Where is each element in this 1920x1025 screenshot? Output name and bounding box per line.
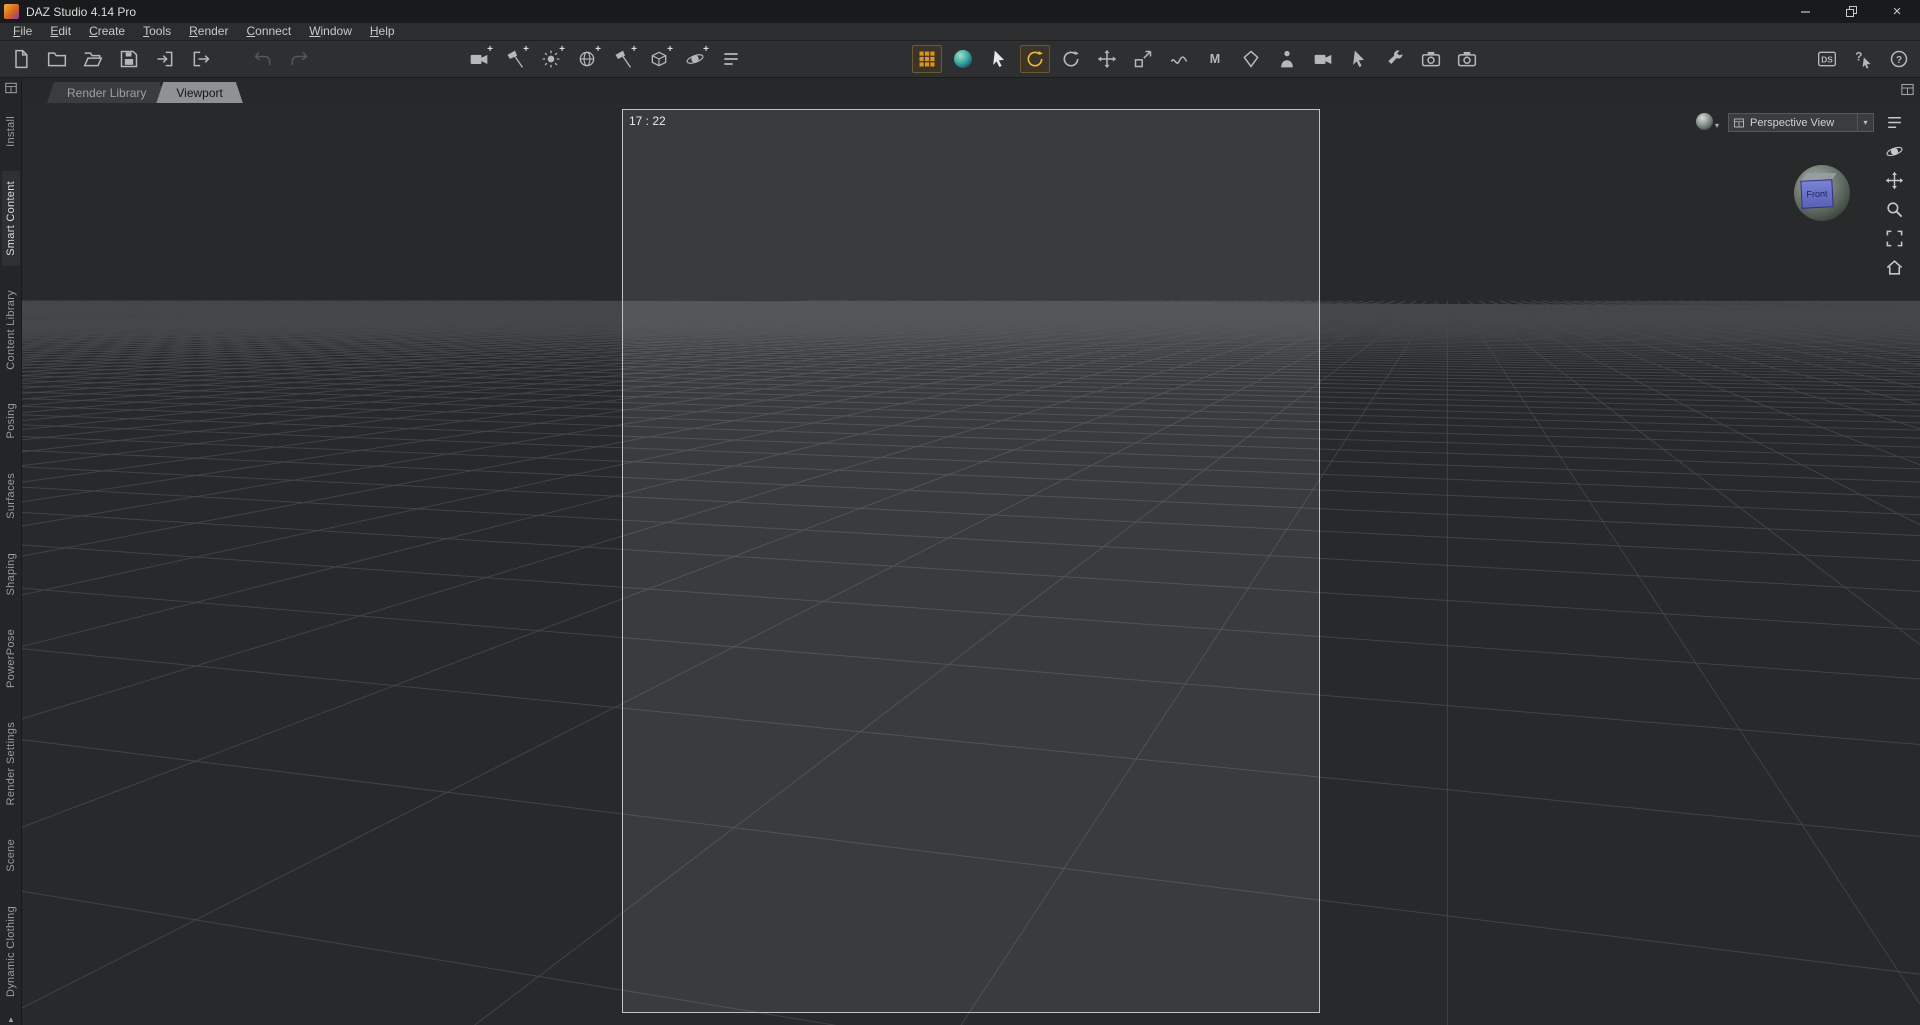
window-title: DAZ Studio 4.14 Pro: [26, 4, 137, 19]
main-area: Install Smart Content Content Library Posin…: [0, 78, 1920, 1025]
dock-tab-render-settings[interactable]: Render Settings: [2, 712, 20, 815]
new-distant-light-icon[interactable]: +: [572, 44, 602, 73]
universal-tool-icon[interactable]: [948, 45, 978, 73]
render-icon[interactable]: [1416, 45, 1446, 73]
restore-button[interactable]: [1828, 0, 1874, 23]
menu-connect[interactable]: Connect: [237, 23, 300, 40]
tabbar-menu-icon[interactable]: [1900, 82, 1915, 102]
export-file-icon[interactable]: [186, 45, 216, 73]
translate-tool-icon[interactable]: [1092, 45, 1122, 73]
view-selector-dropdown[interactable]: Perspective View ▾: [1728, 113, 1874, 132]
node-selection-pointer-icon[interactable]: [984, 45, 1014, 73]
undo-icon[interactable]: [248, 45, 278, 73]
dock-tab-smart-content[interactable]: Smart Content: [1, 170, 20, 266]
close-button[interactable]: ×: [1874, 0, 1920, 23]
open-file-icon[interactable]: [42, 45, 72, 73]
view-selector-label: Perspective View: [1750, 116, 1835, 129]
pane-menu-icon[interactable]: [1884, 112, 1904, 132]
import-file-icon[interactable]: [150, 45, 180, 73]
home-camera-icon[interactable]: [1884, 257, 1904, 277]
surface-selection-tool-icon[interactable]: [1236, 45, 1266, 73]
aspect-frame: [622, 109, 1320, 1013]
menu-bar: File Edit Create Tools Render Connect Window He…: [0, 23, 1920, 41]
orbit-camera-icon[interactable]: [1884, 141, 1904, 161]
dock-tab-shaping[interactable]: Shaping: [2, 543, 20, 605]
new-point-light-icon[interactable]: +: [536, 44, 566, 73]
toolbar-file-group: [6, 45, 216, 73]
menu-window[interactable]: Window: [300, 23, 361, 40]
menu-file[interactable]: File: [4, 23, 41, 40]
title-bar: DAZ Studio 4.14 Pro ×: [0, 0, 1920, 23]
scale-tool-icon[interactable]: [1128, 45, 1158, 73]
drawstyle-selector[interactable]: ▾: [1696, 113, 1719, 130]
viewport-nav-column: [1884, 112, 1904, 277]
dock-tab-dynamic-clothing[interactable]: Dynamic Clothing: [2, 896, 20, 1007]
align-pane-icon[interactable]: [716, 45, 746, 73]
measure-metrics-icon[interactable]: [1200, 45, 1230, 73]
dock-tab-content-library[interactable]: Content Library: [2, 280, 20, 380]
toolbar-create-group: + + + + + + +: [464, 44, 746, 73]
pane-tab-row: Render Library Viewport: [22, 78, 1920, 103]
daz-store-icon[interactable]: [1812, 45, 1842, 73]
window-controls: ×: [1782, 0, 1920, 23]
aspect-ratio-label: 17 : 22: [629, 114, 666, 128]
dock-tab-powerpose[interactable]: PowerPose: [2, 619, 20, 698]
dock-tab-posing[interactable]: Posing: [2, 393, 20, 448]
tab-render-library[interactable]: Render Library: [47, 82, 166, 103]
menu-tools[interactable]: Tools: [134, 23, 180, 40]
new-file-icon[interactable]: [6, 45, 36, 73]
zoom-camera-icon[interactable]: [1884, 199, 1904, 219]
geometry-editor-icon[interactable]: [1344, 45, 1374, 73]
left-dock: Install Smart Content Content Library Posin…: [0, 78, 22, 1025]
dock-scroll-up-button[interactable]: ▲: [0, 1015, 21, 1024]
camera-viewport-icon[interactable]: [1308, 45, 1338, 73]
active-pose-tool-icon[interactable]: [1056, 45, 1086, 73]
menu-edit[interactable]: Edit: [41, 23, 80, 40]
minimize-button[interactable]: [1782, 0, 1828, 23]
view-cube-front-face[interactable]: Front: [1800, 179, 1834, 209]
whats-this-icon[interactable]: [1848, 45, 1878, 73]
new-primitive-icon[interactable]: +: [644, 44, 674, 73]
view-cube[interactable]: Front: [1792, 163, 1852, 223]
new-camera-icon[interactable]: +: [464, 44, 494, 73]
tab-viewport[interactable]: Viewport: [156, 82, 242, 103]
viewport[interactable]: 17 : 22 ▾ Perspective View ▾ Front: [22, 103, 1920, 1025]
render-settings-icon[interactable]: [1452, 45, 1482, 73]
dock-menu-icon[interactable]: [0, 78, 22, 98]
menu-render[interactable]: Render: [180, 23, 237, 40]
dform-tool-icon[interactable]: [1164, 45, 1194, 73]
dock-tabs: Install Smart Content Content Library Posin…: [0, 98, 21, 1007]
rotate-tool-icon[interactable]: [1020, 45, 1050, 73]
new-spotlight-icon[interactable]: +: [500, 44, 530, 73]
new-linear-point-light-icon[interactable]: +: [608, 44, 638, 73]
menu-create[interactable]: Create: [80, 23, 134, 40]
new-null-icon[interactable]: +: [680, 44, 710, 73]
menu-help[interactable]: Help: [361, 23, 404, 40]
help-icon[interactable]: [1884, 45, 1914, 73]
merge-file-icon[interactable]: [78, 45, 108, 73]
dock-tab-install[interactable]: Install: [2, 106, 20, 157]
daz-logo-icon: [4, 4, 19, 19]
drawstyle-sphere-icon: [1696, 113, 1713, 130]
main-toolbar: + + + + + + +: [0, 41, 1920, 78]
dock-tab-scene[interactable]: Scene: [2, 829, 20, 882]
chevron-down-icon: ▾: [1857, 114, 1873, 131]
dock-tab-surfaces[interactable]: Surfaces: [2, 463, 20, 529]
pane-grid-icon: [1729, 117, 1749, 129]
toolbar-tools-group: [912, 45, 1482, 73]
joint-editor-icon[interactable]: [1380, 45, 1410, 73]
node-selection-tool-icon[interactable]: [912, 45, 942, 73]
toolbar-history-group: [248, 45, 314, 73]
pan-camera-icon[interactable]: [1884, 170, 1904, 190]
chevron-down-icon: ▾: [1715, 121, 1720, 130]
save-file-icon[interactable]: [114, 45, 144, 73]
toolbar-help-group: [1812, 45, 1914, 73]
redo-icon[interactable]: [284, 45, 314, 73]
figure-setup-icon[interactable]: [1272, 45, 1302, 73]
daz-studio-window: DAZ Studio 4.14 Pro × File Edit Create Tool…: [0, 0, 1920, 1025]
frame-camera-icon[interactable]: [1884, 228, 1904, 248]
